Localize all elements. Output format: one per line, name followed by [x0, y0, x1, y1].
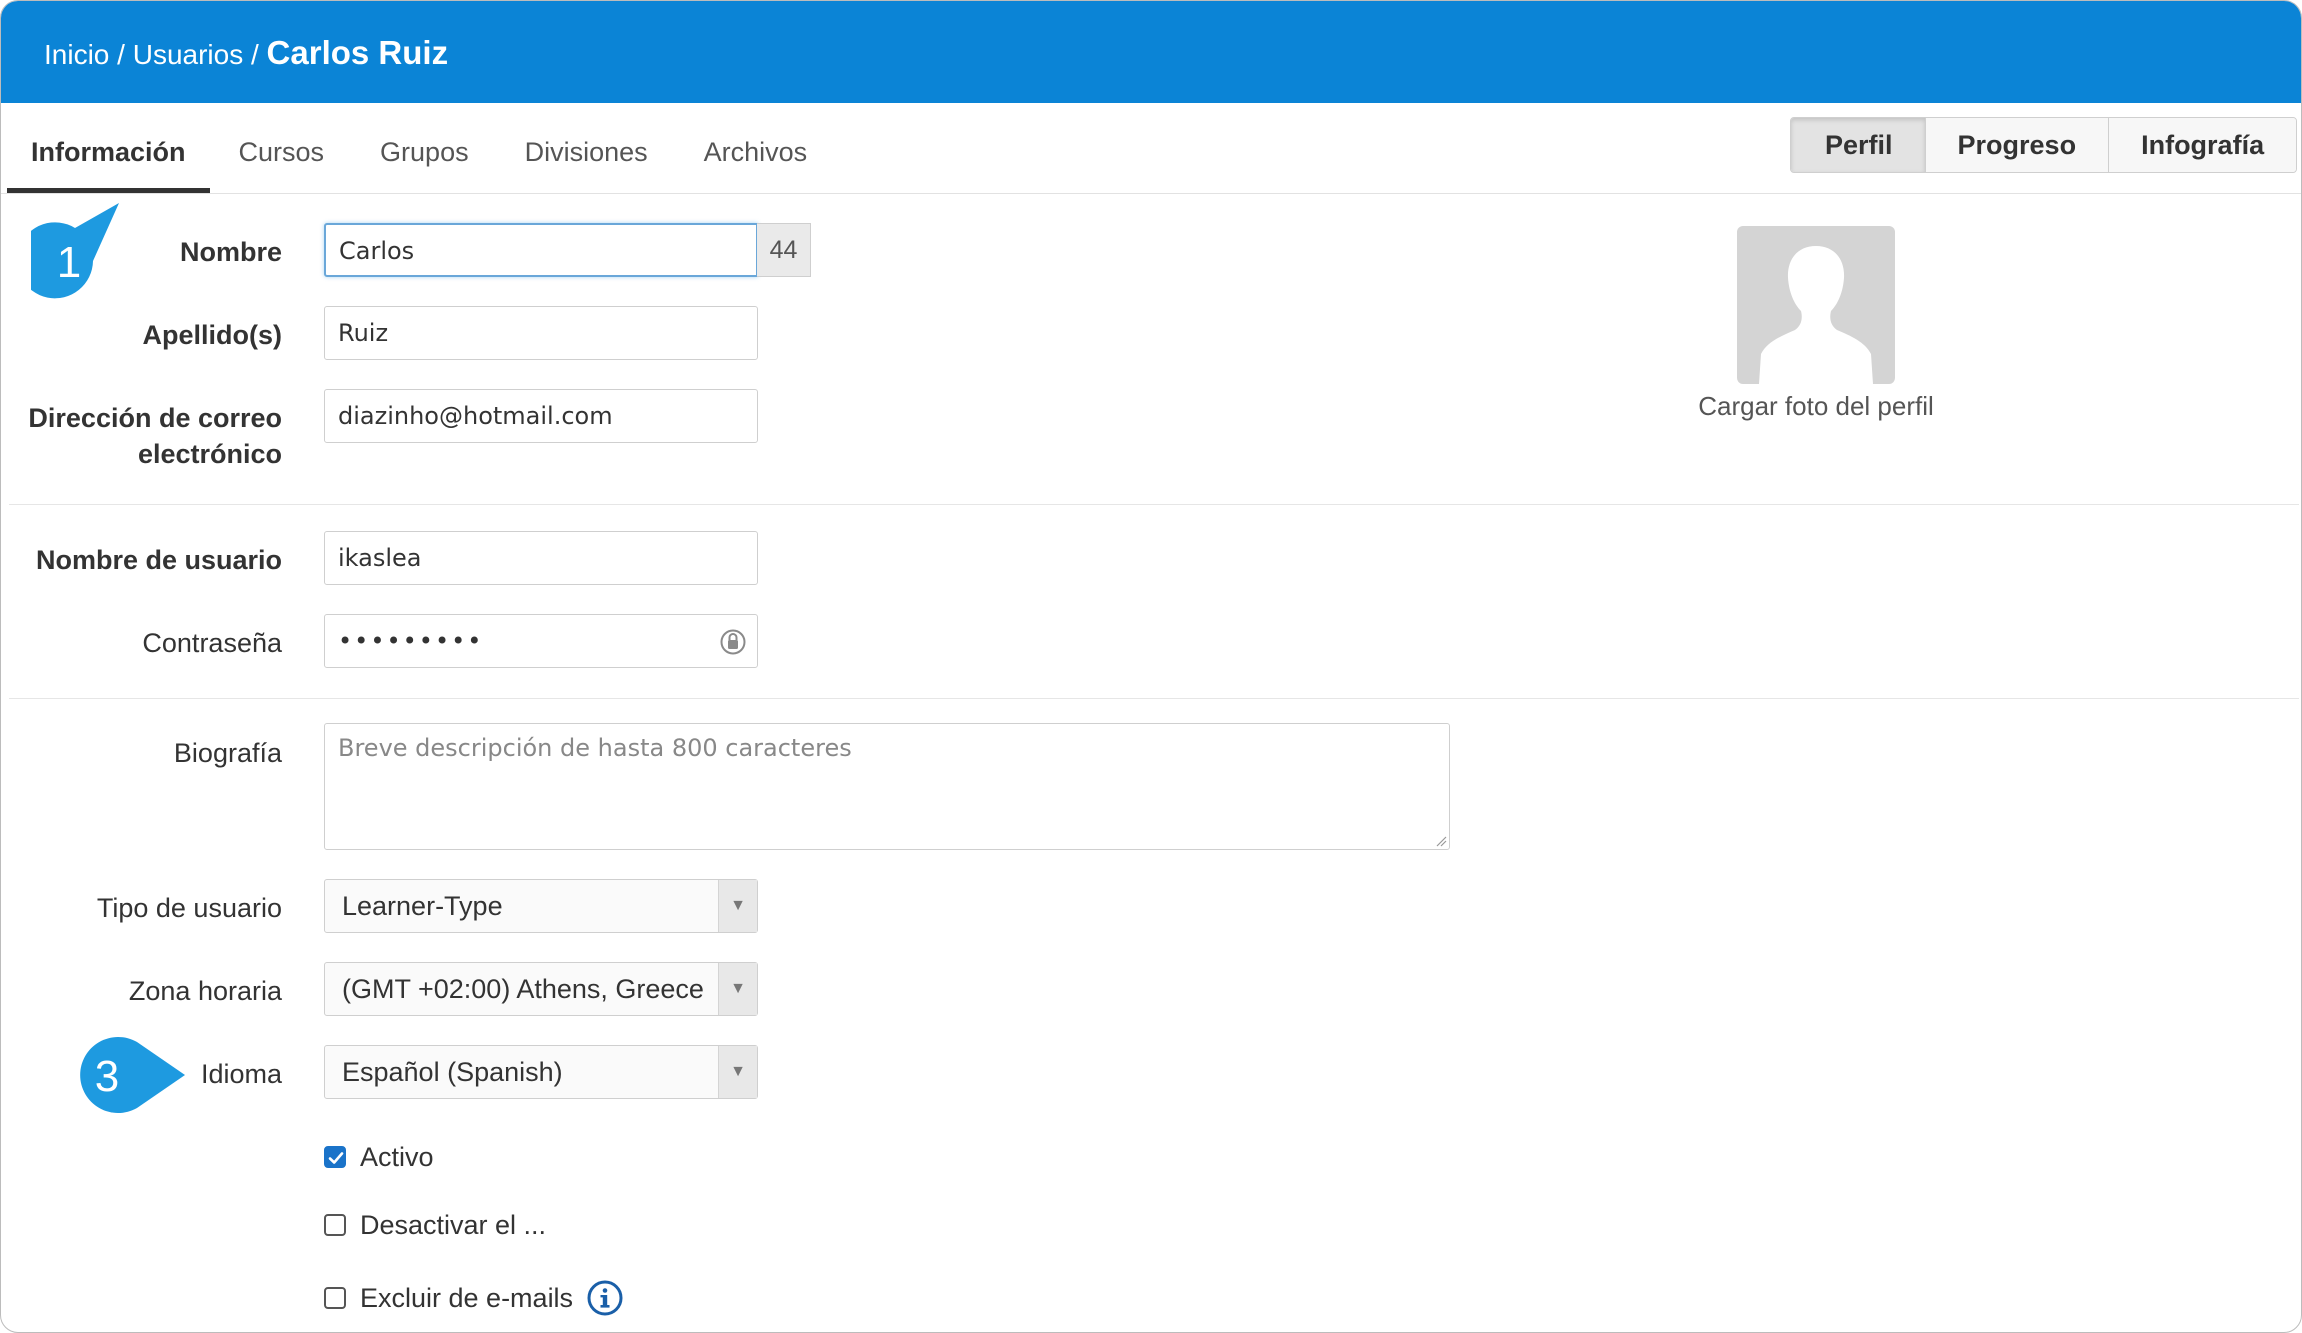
- deactivate-checkbox[interactable]: [324, 1214, 346, 1236]
- header-bar: Inicio / Usuarios / Carlos Ruiz: [1, 1, 2301, 103]
- breadcrumb-home[interactable]: Inicio: [44, 39, 109, 70]
- active-checkbox-row: Activo: [324, 1139, 434, 1175]
- reveal-password-icon[interactable]: [719, 628, 747, 656]
- exclude-emails-checkbox[interactable]: [324, 1287, 346, 1309]
- timezone-select[interactable]: (GMT +02:00) Athens, Greece ▼: [324, 962, 758, 1016]
- password-field[interactable]: •••••••••: [324, 614, 758, 668]
- tab-archivos[interactable]: Archivos: [677, 121, 835, 193]
- section-divider: [9, 504, 2299, 505]
- tab-divider: [1, 193, 2301, 194]
- tab-informacion[interactable]: Información: [7, 121, 210, 193]
- active-checkbox[interactable]: [324, 1146, 346, 1168]
- progreso-button[interactable]: Progreso: [1924, 118, 2109, 172]
- email-label-line1: Dirección de correo: [28, 403, 282, 433]
- callout-1-marker: 1: [31, 203, 119, 299]
- tab-cursos[interactable]: Cursos: [212, 121, 352, 193]
- section-divider: [9, 698, 2299, 699]
- callout-3-marker: 3: [80, 1037, 185, 1113]
- breadcrumb-separator: /: [243, 39, 267, 70]
- character-counter: 44: [757, 223, 811, 277]
- bio-label: Biografía: [173, 738, 282, 768]
- username-field[interactable]: ikaslea: [324, 531, 758, 585]
- chevron-down-icon: ▼: [718, 963, 757, 1015]
- default-avatar-icon: [1759, 246, 1873, 384]
- breadcrumb-users[interactable]: Usuarios: [133, 39, 243, 70]
- view-switcher: Perfil Progreso Infografía: [1790, 117, 2298, 173]
- email-field[interactable]: diazinho@hotmail.com: [324, 389, 758, 443]
- bio-textarea[interactable]: Breve descripción de hasta 800 caractere…: [324, 723, 1450, 850]
- language-label: Idioma: [200, 1059, 282, 1089]
- infografia-button[interactable]: Infografía: [2108, 118, 2297, 172]
- breadcrumb-separator: /: [109, 39, 133, 70]
- exclude-emails-label: Excluir de e-mails: [360, 1282, 574, 1313]
- app-window: Inicio / Usuarios / Carlos Ruiz Informac…: [0, 0, 2302, 1333]
- username-label: Nombre de usuario: [35, 545, 282, 575]
- user-type-value: Learner-Type: [342, 891, 503, 921]
- timezone-label: Zona horaria: [128, 976, 282, 1006]
- password-value: •••••••••: [338, 627, 484, 655]
- email-label: Dirección de correo electrónico: [28, 400, 282, 472]
- resize-grip-icon[interactable]: [1435, 835, 1447, 847]
- bio-placeholder: Breve descripción de hasta 800 caractere…: [338, 734, 852, 762]
- language-value: Español (Spanish): [342, 1057, 563, 1087]
- user-type-select[interactable]: Learner-Type ▼: [324, 879, 758, 933]
- first-name-label: Nombre: [179, 237, 282, 267]
- email-label-line2: electrónico: [137, 439, 282, 469]
- info-icon[interactable]: [587, 1280, 623, 1316]
- user-type-label: Tipo de usuario: [96, 893, 282, 923]
- upload-photo-link[interactable]: Cargar foto del perfil: [1683, 391, 1949, 422]
- language-select[interactable]: Español (Spanish) ▼: [324, 1045, 758, 1099]
- deactivate-checkbox-row: Desactivar el ...: [324, 1207, 546, 1243]
- callout-1-number: 1: [57, 238, 81, 287]
- tab-grupos[interactable]: Grupos: [353, 121, 496, 193]
- breadcrumb: Inicio / Usuarios / Carlos Ruiz: [44, 29, 448, 79]
- chevron-down-icon: ▼: [718, 1046, 757, 1098]
- last-name-field[interactable]: Ruiz: [324, 306, 758, 360]
- page-title: Carlos Ruiz: [266, 34, 449, 71]
- chevron-down-icon: ▼: [718, 880, 757, 932]
- deactivate-label: Desactivar el ...: [360, 1209, 547, 1240]
- timezone-value: (GMT +02:00) Athens, Greece: [342, 974, 704, 1004]
- tab-bar: Información Cursos Grupos Divisiones Arc…: [7, 121, 836, 193]
- perfil-button[interactable]: Perfil: [1791, 118, 1925, 172]
- checkmark-icon: [328, 1152, 344, 1164]
- exclude-emails-checkbox-row: Excluir de e-mails: [324, 1280, 623, 1316]
- first-name-field[interactable]: Carlos: [324, 223, 758, 277]
- tab-divisiones[interactable]: Divisiones: [498, 121, 675, 193]
- last-name-label: Apellido(s): [142, 320, 283, 350]
- profile-avatar[interactable]: [1737, 226, 1895, 384]
- callout-3-number: 3: [95, 1052, 119, 1101]
- password-label: Contraseña: [142, 628, 282, 658]
- active-label: Activo: [360, 1141, 434, 1172]
